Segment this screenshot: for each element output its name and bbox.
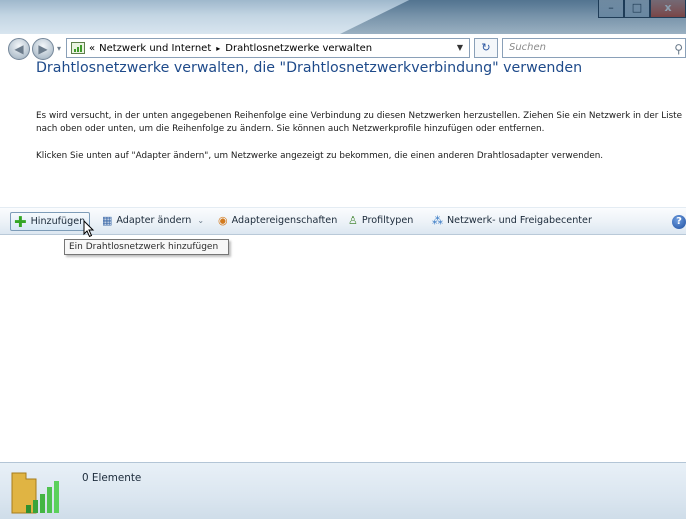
back-button[interactable]: ◀ <box>8 38 30 60</box>
network-icon <box>71 42 85 54</box>
add-tooltip: Ein Drahtlosnetzwerk hinzufügen <box>64 239 229 255</box>
breadcrumb-item-manage-wireless[interactable]: Drahtlosnetzwerke verwalten <box>225 43 372 54</box>
help-icon[interactable]: ? <box>672 215 686 229</box>
description-order: Es wird versucht, in der unten angegeben… <box>36 111 683 134</box>
adapter-properties-button[interactable]: ◉ Adaptereigenschaften <box>218 214 337 227</box>
breadcrumb-overflow[interactable]: « <box>89 43 95 54</box>
add-button[interactable]: ✚ Hinzufügen <box>10 212 91 231</box>
breadcrumb-item-network-internet[interactable]: Netzwerk und Internet <box>99 43 211 54</box>
network-center-button[interactable]: ⁂ Netzwerk- und Freigabecenter <box>432 214 592 227</box>
plus-icon: ✚ <box>14 212 27 231</box>
adapter-properties-label: Adaptereigenschaften <box>231 215 338 226</box>
network-center-label: Netzwerk- und Freigabecenter <box>447 215 592 226</box>
refresh-button[interactable]: ↻ <box>474 38 498 58</box>
forward-button[interactable]: ▶ <box>32 38 54 60</box>
address-bar[interactable]: « Netzwerk und Internet ▸ Drahtlosnetzwe… <box>66 38 470 58</box>
address-dropdown-icon[interactable]: ▼ <box>457 43 463 52</box>
description-adapter: Klicken Sie unten auf "Adapter ändern", … <box>36 151 604 161</box>
details-pane: 0 Elemente <box>0 462 686 519</box>
profile-types-label: Profiltypen <box>361 215 414 226</box>
item-count: 0 Elemente <box>82 472 142 484</box>
profile-types-button[interactable]: ♙ Profiltypen <box>348 214 413 227</box>
title-bar: – □ x <box>0 0 686 34</box>
network-center-icon: ⁂ <box>432 214 443 227</box>
wireless-signal-icon <box>11 472 59 514</box>
navigation-bar: ◀ ▶ ▾ « Netzwerk und Internet ▸ Drahtlos… <box>0 36 686 62</box>
change-adapter-button[interactable]: ▦ Adapter ändern ⌄ <box>102 214 204 227</box>
change-adapter-label: Adapter ändern <box>116 215 192 226</box>
search-input[interactable]: Suchen ⚲ <box>502 38 686 58</box>
command-toolbar: ✚ Hinzufügen ▦ Adapter ändern ⌄ ◉ Adapte… <box>0 207 686 235</box>
chevron-down-icon: ⌄ <box>197 216 205 225</box>
user-icon: ♙ <box>348 214 358 227</box>
properties-icon: ◉ <box>218 214 228 227</box>
recent-pages-dropdown[interactable]: ▾ <box>57 44 61 53</box>
adapter-icon: ▦ <box>102 214 113 227</box>
breadcrumb-separator[interactable]: ▸ <box>216 44 220 53</box>
close-button[interactable]: x <box>650 0 686 18</box>
minimize-button[interactable]: – <box>598 0 624 18</box>
mouse-cursor-icon <box>83 220 95 238</box>
page-title: Drahtlosnetzwerke verwalten, die "Drahtl… <box>36 60 583 76</box>
refresh-icon: ↻ <box>481 41 491 54</box>
search-placeholder: Suchen <box>509 42 547 53</box>
window-controls: – □ x <box>598 0 686 22</box>
search-icon[interactable]: ⚲ <box>674 40 683 58</box>
add-button-label: Hinzufügen <box>30 216 86 227</box>
maximize-button[interactable]: □ <box>624 0 650 18</box>
